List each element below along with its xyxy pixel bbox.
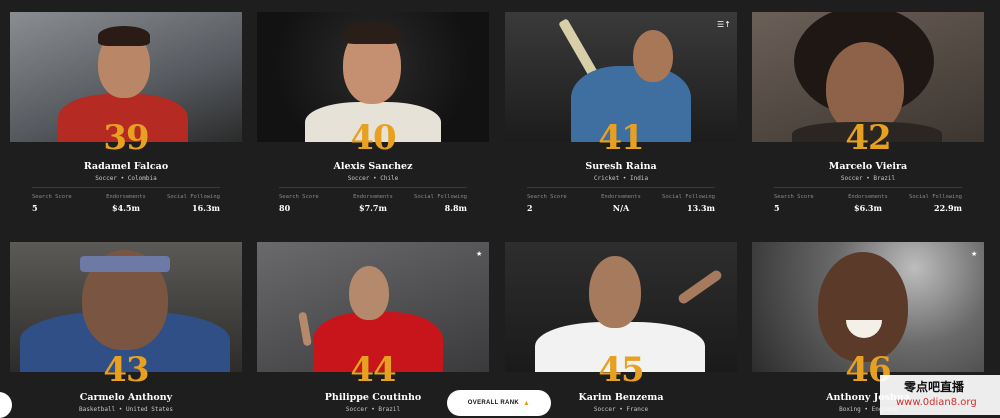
- athlete-name[interactable]: Radamel Falcao: [10, 161, 242, 172]
- divider: [774, 187, 962, 188]
- athlete-name[interactable]: Suresh Raina: [505, 161, 737, 172]
- overall-rank-label: OVERALL RANK: [467, 400, 519, 406]
- watermark: 零点吧直播 www.0dian8.org: [880, 375, 1000, 415]
- arrow-up-icon: ▲: [522, 399, 531, 407]
- overall-rank-button[interactable]: OVERALL RANK ▲: [447, 390, 551, 416]
- athlete-card[interactable]: 43 Carmelo Anthony Basketball • United S…: [10, 242, 242, 415]
- rank-number: 41: [598, 118, 644, 158]
- divider: [32, 187, 220, 188]
- rank-number: 43: [103, 350, 149, 390]
- divider: [527, 187, 715, 188]
- rank-number: 40: [350, 118, 396, 158]
- stat-label: Social Following: [909, 194, 962, 200]
- athlete-sport: Soccer • Colombia: [95, 175, 157, 182]
- stat-social-following: Social Following 13.3m: [635, 194, 715, 213]
- athlete-card[interactable]: 45 Karim Benzema Soccer • France: [505, 242, 737, 415]
- athlete-card[interactable]: ☰↑ 41 Suresh Raina Cricket • India Searc…: [505, 12, 737, 222]
- stat-value: 16.3m: [192, 203, 220, 213]
- athlete-sport: Basketball • United States: [79, 406, 173, 413]
- stat-value: 13.3m: [687, 203, 715, 213]
- star-icon[interactable]: ★: [971, 250, 977, 258]
- stat-social-following: Social Following 22.9m: [882, 194, 962, 213]
- stat-label: Social Following: [662, 194, 715, 200]
- rank-number: 44: [350, 350, 396, 390]
- athlete-sport: Soccer • Brazil: [840, 175, 896, 182]
- watermark-url: www.0dian8.org: [896, 397, 977, 408]
- athlete-sport: Soccer • Chile: [347, 175, 399, 182]
- stat-label: Social Following: [414, 194, 467, 200]
- athlete-name[interactable]: Alexis Sanchez: [257, 161, 489, 172]
- athlete-name[interactable]: Carmelo Anthony: [10, 392, 242, 403]
- divider: [279, 187, 467, 188]
- stat-label: Social Following: [167, 194, 220, 200]
- stat-value: 8.8m: [444, 203, 467, 213]
- rank-number: 45: [598, 350, 644, 390]
- stat-social-following: Social Following 16.3m: [140, 194, 220, 213]
- rank-number: 39: [103, 118, 149, 158]
- athlete-grid: 39 Radamel Falcao Soccer • Colombia Sear…: [0, 0, 1000, 415]
- athlete-sport: Cricket • India: [593, 175, 649, 182]
- stat-value: 22.9m: [934, 203, 962, 213]
- athlete-card[interactable]: 39 Radamel Falcao Soccer • Colombia Sear…: [10, 12, 242, 222]
- athlete-card[interactable]: 42 Marcelo Vieira Soccer • Brazil Search…: [752, 12, 984, 222]
- athlete-card[interactable]: 40 Alexis Sanchez Soccer • Chile Search …: [257, 12, 489, 222]
- athlete-card[interactable]: ★ 44 Philippe Coutinho Soccer • Brazil: [257, 242, 489, 415]
- rank-number: 42: [845, 118, 891, 158]
- stat-social-following: Social Following 8.8m: [387, 194, 467, 213]
- menu-icon[interactable]: ☰↑: [717, 20, 731, 29]
- watermark-title: 零点吧直播: [904, 380, 965, 394]
- athlete-name[interactable]: Marcelo Vieira: [752, 161, 984, 172]
- star-icon[interactable]: ★: [476, 250, 482, 258]
